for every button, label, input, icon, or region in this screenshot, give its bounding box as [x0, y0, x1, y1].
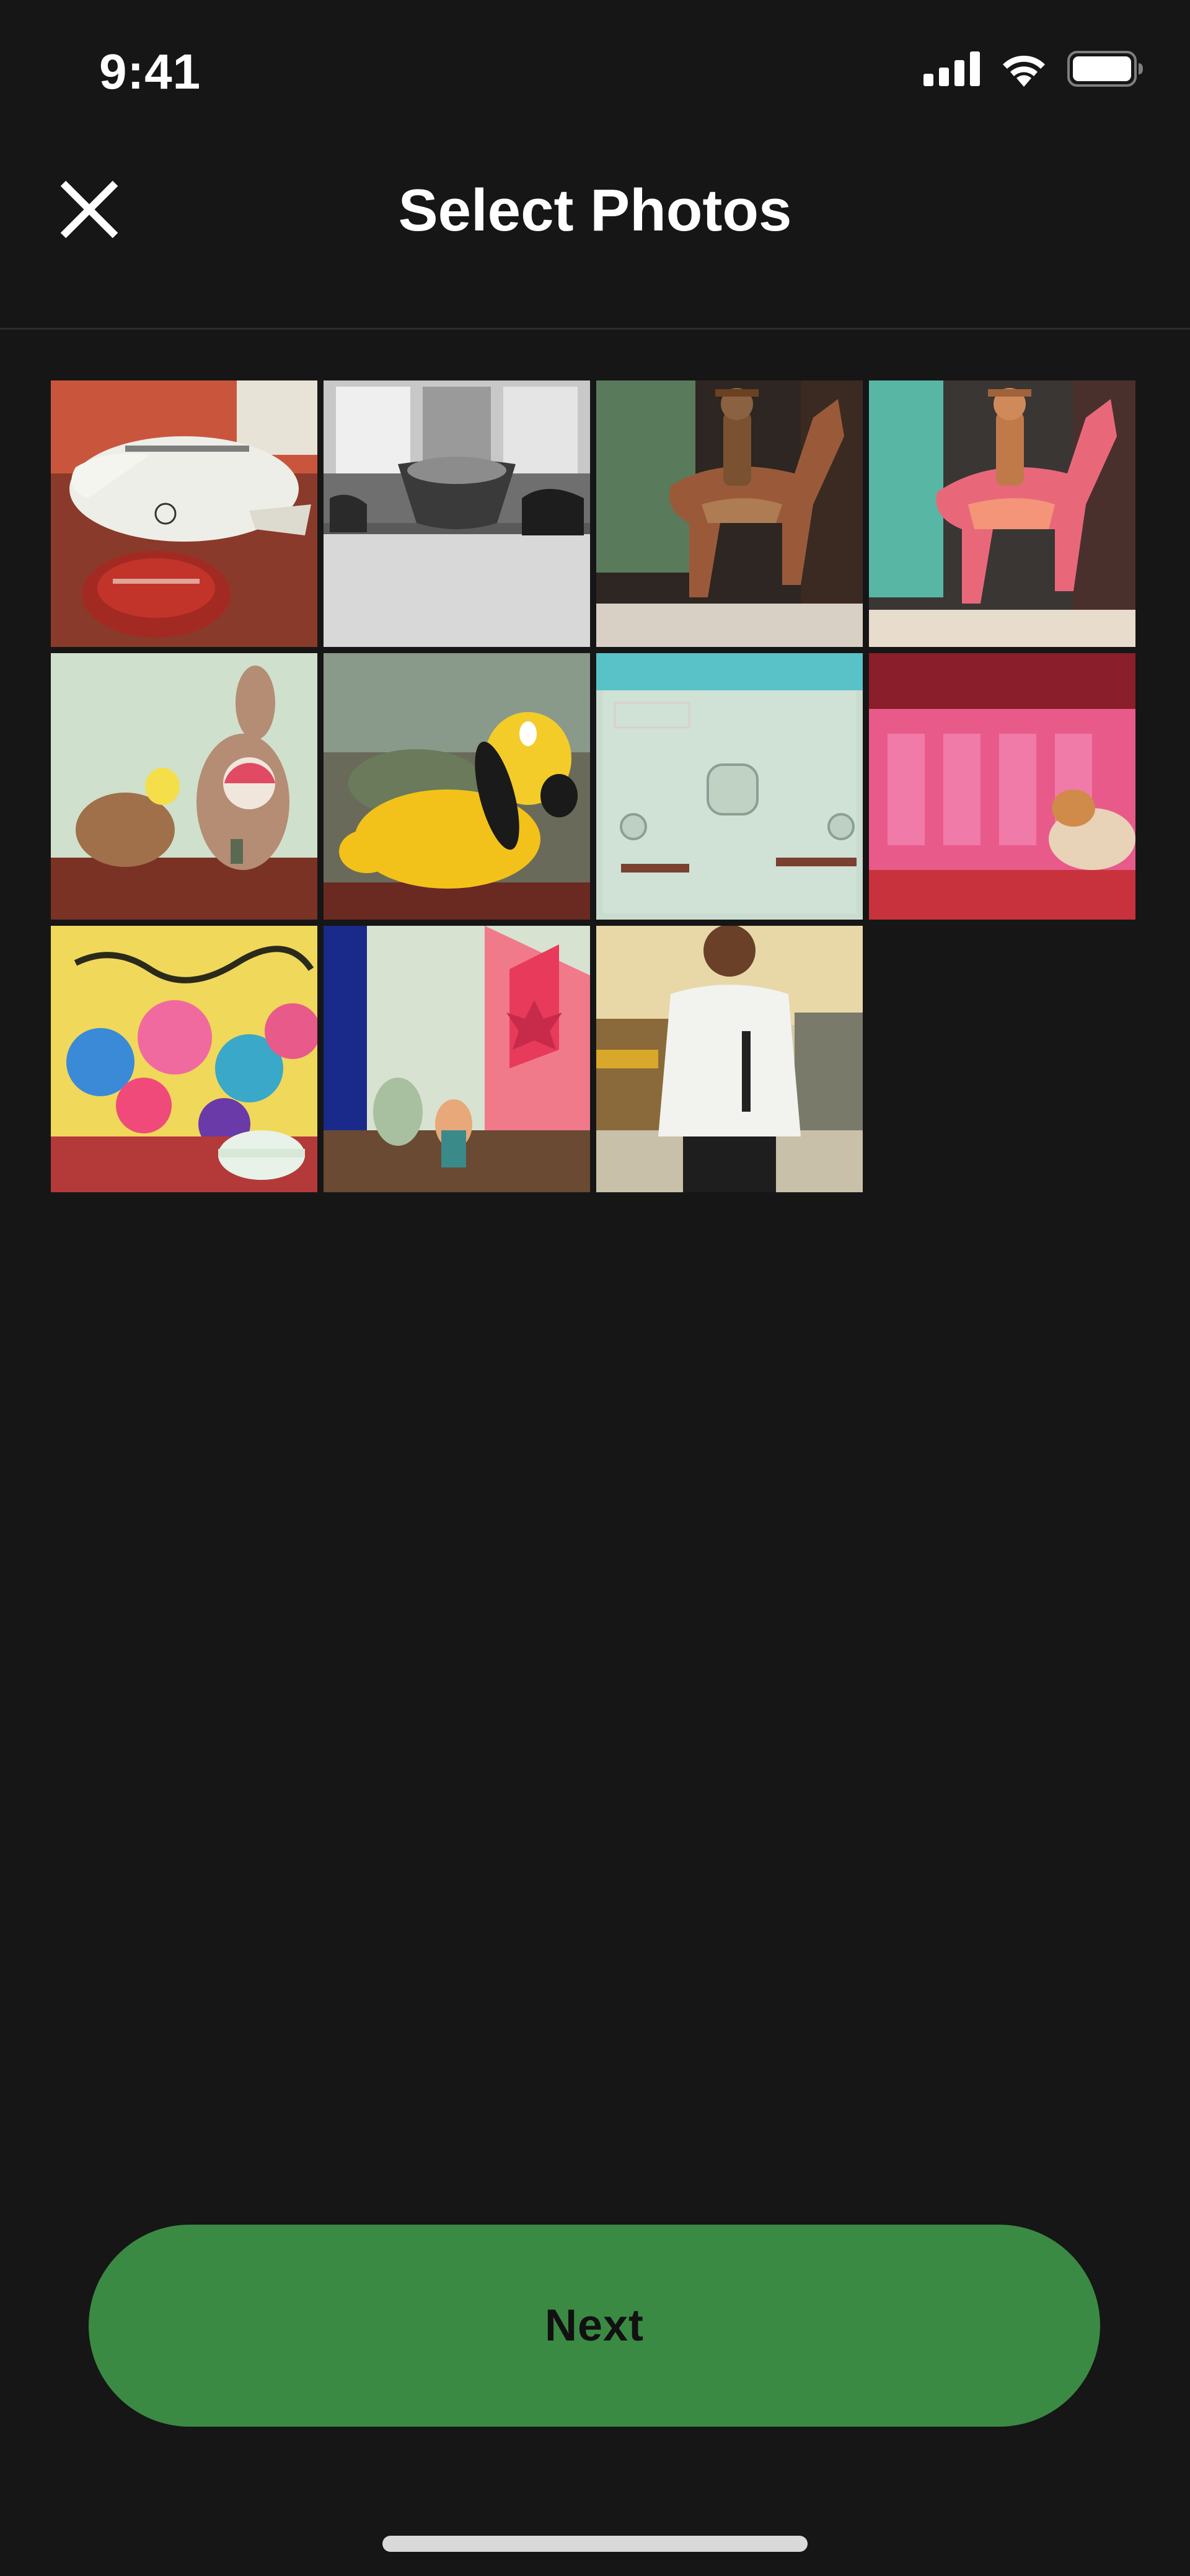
- photo-thumbnail-2[interactable]: [324, 380, 590, 647]
- home-indicator[interactable]: [382, 2536, 808, 2552]
- photo-thumbnail-3[interactable]: [596, 380, 863, 647]
- photo-thumbnail-7[interactable]: [596, 653, 863, 920]
- status-icons: [923, 51, 1144, 90]
- photo-thumbnail-9[interactable]: [51, 926, 317, 1192]
- wifi-icon: [999, 51, 1049, 90]
- cellular-signal-icon: [923, 51, 981, 89]
- photo-thumbnail-4[interactable]: [869, 380, 1135, 647]
- photo-thumbnail-1[interactable]: [51, 380, 317, 647]
- next-button[interactable]: Next: [89, 2225, 1100, 2427]
- status-bar: 9:41: [0, 0, 1190, 143]
- photo-thumbnail-6[interactable]: [324, 653, 590, 920]
- nav-bar: Select Photos: [0, 143, 1190, 330]
- battery-icon: [1067, 51, 1144, 90]
- photo-grid: [51, 380, 1142, 1192]
- photo-thumbnail-11[interactable]: [596, 926, 863, 1192]
- photo-thumbnail-5[interactable]: [51, 653, 317, 920]
- status-time: 9:41: [99, 44, 201, 99]
- photo-thumbnail-10[interactable]: [324, 926, 590, 1192]
- page-title: Select Photos: [398, 177, 792, 244]
- photo-thumbnail-8[interactable]: [869, 653, 1135, 920]
